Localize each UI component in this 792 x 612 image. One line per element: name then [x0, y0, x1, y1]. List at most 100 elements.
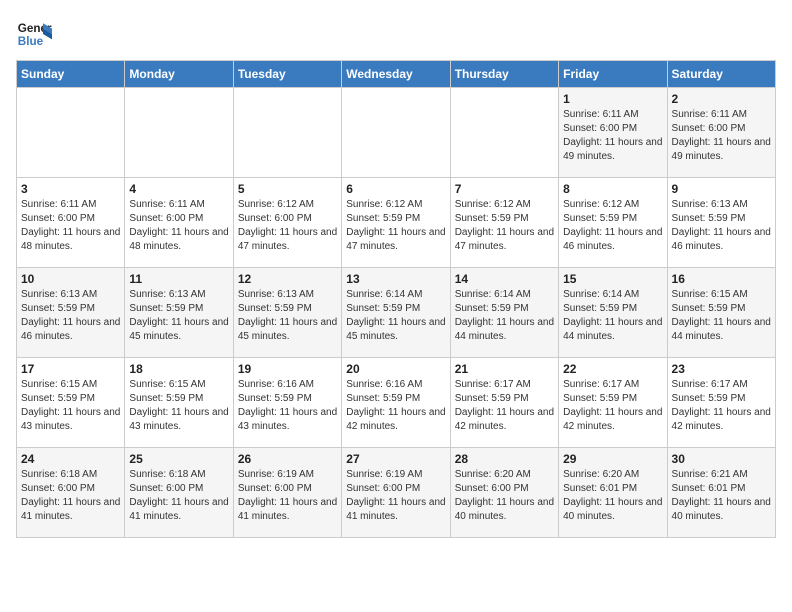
- calendar-day: 13 Sunrise: 6:14 AMSunset: 5:59 PMDayligh…: [342, 268, 450, 358]
- day-number: 1: [563, 92, 662, 106]
- day-info: Sunrise: 6:14 AMSunset: 5:59 PMDaylight:…: [346, 288, 445, 344]
- day-number: 20: [346, 362, 445, 376]
- calendar-day: 3 Sunrise: 6:11 AMSunset: 6:00 PMDaylight…: [17, 178, 125, 268]
- day-number: 21: [455, 362, 554, 376]
- day-info: Sunrise: 6:11 AMSunset: 6:00 PMDaylight:…: [672, 108, 771, 164]
- logo-icon: General Blue: [16, 16, 52, 52]
- day-info: Sunrise: 6:12 AMSunset: 5:59 PMDaylight:…: [455, 198, 554, 254]
- day-number: 3: [21, 182, 120, 196]
- day-info: Sunrise: 6:16 AMSunset: 5:59 PMDaylight:…: [346, 378, 445, 434]
- calendar-table: SundayMondayTuesdayWednesdayThursdayFrid…: [16, 60, 776, 538]
- calendar-week-4: 17 Sunrise: 6:15 AMSunset: 5:59 PMDayligh…: [17, 358, 776, 448]
- day-number: 4: [129, 182, 228, 196]
- day-number: 29: [563, 452, 662, 466]
- day-number: 14: [455, 272, 554, 286]
- calendar-day: 15Sunrise: 6:14 AMSunset: 5:59 PMDayligh…: [559, 268, 667, 358]
- day-info: Sunrise: 6:17 AMSunset: 5:59 PMDaylight:…: [672, 378, 771, 434]
- calendar-day: 22Sunrise: 6:17 AMSunset: 5:59 PMDayligh…: [559, 358, 667, 448]
- day-info: Sunrise: 6:18 AMSunset: 6:00 PMDaylight:…: [21, 468, 120, 524]
- calendar-day: 26 Sunrise: 6:19 AMSunset: 6:00 PMDayligh…: [233, 448, 341, 538]
- calendar-day: 8 Sunrise: 6:12 AMSunset: 5:59 PMDaylight…: [559, 178, 667, 268]
- day-number: 17: [21, 362, 120, 376]
- day-info: Sunrise: 6:12 AMSunset: 5:59 PMDaylight:…: [346, 198, 445, 254]
- day-info: Sunrise: 6:19 AMSunset: 6:00 PMDaylight:…: [346, 468, 445, 524]
- col-header-monday: Monday: [125, 61, 233, 88]
- day-info: Sunrise: 6:13 AMSunset: 5:59 PMDaylight:…: [129, 288, 228, 344]
- calendar-day: [450, 88, 558, 178]
- calendar-day: 5 Sunrise: 6:12 AMSunset: 6:00 PMDaylight…: [233, 178, 341, 268]
- day-number: 12: [238, 272, 337, 286]
- day-info: Sunrise: 6:15 AMSunset: 5:59 PMDaylight:…: [21, 378, 120, 434]
- day-info: Sunrise: 6:15 AMSunset: 5:59 PMDaylight:…: [672, 288, 771, 344]
- calendar-day: 10Sunrise: 6:13 AMSunset: 5:59 PMDayligh…: [17, 268, 125, 358]
- calendar-week-1: 1 Sunrise: 6:11 AMSunset: 6:00 PMDaylight…: [17, 88, 776, 178]
- calendar-day: 16 Sunrise: 6:15 AMSunset: 5:59 PMDayligh…: [667, 268, 775, 358]
- day-number: 25: [129, 452, 228, 466]
- day-info: Sunrise: 6:13 AMSunset: 5:59 PMDaylight:…: [238, 288, 337, 344]
- calendar-day: 24Sunrise: 6:18 AMSunset: 6:00 PMDayligh…: [17, 448, 125, 538]
- calendar-week-5: 24Sunrise: 6:18 AMSunset: 6:00 PMDayligh…: [17, 448, 776, 538]
- calendar-day: 27 Sunrise: 6:19 AMSunset: 6:00 PMDayligh…: [342, 448, 450, 538]
- day-number: 11: [129, 272, 228, 286]
- col-header-sunday: Sunday: [17, 61, 125, 88]
- calendar-day: 30Sunrise: 6:21 AMSunset: 6:01 PMDayligh…: [667, 448, 775, 538]
- day-number: 10: [21, 272, 120, 286]
- day-info: Sunrise: 6:21 AMSunset: 6:01 PMDaylight:…: [672, 468, 771, 524]
- day-number: 6: [346, 182, 445, 196]
- calendar-day: [17, 88, 125, 178]
- calendar-day: 18 Sunrise: 6:15 AMSunset: 5:59 PMDayligh…: [125, 358, 233, 448]
- day-number: 28: [455, 452, 554, 466]
- day-info: Sunrise: 6:11 AMSunset: 6:00 PMDaylight:…: [129, 198, 228, 254]
- col-header-wednesday: Wednesday: [342, 61, 450, 88]
- calendar-day: 23 Sunrise: 6:17 AMSunset: 5:59 PMDayligh…: [667, 358, 775, 448]
- calendar-day: [233, 88, 341, 178]
- day-number: 27: [346, 452, 445, 466]
- day-info: Sunrise: 6:12 AMSunset: 6:00 PMDaylight:…: [238, 198, 337, 254]
- col-header-friday: Friday: [559, 61, 667, 88]
- col-header-saturday: Saturday: [667, 61, 775, 88]
- calendar-day: 1 Sunrise: 6:11 AMSunset: 6:00 PMDaylight…: [559, 88, 667, 178]
- day-number: 18: [129, 362, 228, 376]
- day-info: Sunrise: 6:15 AMSunset: 5:59 PMDaylight:…: [129, 378, 228, 434]
- calendar-day: 19Sunrise: 6:16 AMSunset: 5:59 PMDayligh…: [233, 358, 341, 448]
- day-number: 5: [238, 182, 337, 196]
- day-number: 22: [563, 362, 662, 376]
- day-number: 7: [455, 182, 554, 196]
- day-info: Sunrise: 6:18 AMSunset: 6:00 PMDaylight:…: [129, 468, 228, 524]
- day-number: 15: [563, 272, 662, 286]
- day-number: 2: [672, 92, 771, 106]
- calendar-day: 6 Sunrise: 6:12 AMSunset: 5:59 PMDaylight…: [342, 178, 450, 268]
- calendar-day: [342, 88, 450, 178]
- calendar-day: 29 Sunrise: 6:20 AMSunset: 6:01 PMDayligh…: [559, 448, 667, 538]
- calendar-day: 11 Sunrise: 6:13 AMSunset: 5:59 PMDayligh…: [125, 268, 233, 358]
- calendar-day: 25 Sunrise: 6:18 AMSunset: 6:00 PMDayligh…: [125, 448, 233, 538]
- day-number: 19: [238, 362, 337, 376]
- calendar-day: 21 Sunrise: 6:17 AMSunset: 5:59 PMDayligh…: [450, 358, 558, 448]
- logo: General Blue: [16, 16, 52, 52]
- day-info: Sunrise: 6:11 AMSunset: 6:00 PMDaylight:…: [563, 108, 662, 164]
- day-info: Sunrise: 6:14 AMSunset: 5:59 PMDaylight:…: [455, 288, 554, 344]
- day-number: 8: [563, 182, 662, 196]
- day-number: 16: [672, 272, 771, 286]
- day-info: Sunrise: 6:20 AMSunset: 6:01 PMDaylight:…: [563, 468, 662, 524]
- calendar-day: 9Sunrise: 6:13 AMSunset: 5:59 PMDaylight…: [667, 178, 775, 268]
- day-info: Sunrise: 6:12 AMSunset: 5:59 PMDaylight:…: [563, 198, 662, 254]
- day-number: 9: [672, 182, 771, 196]
- day-number: 13: [346, 272, 445, 286]
- calendar-week-2: 3 Sunrise: 6:11 AMSunset: 6:00 PMDaylight…: [17, 178, 776, 268]
- calendar-day: 4 Sunrise: 6:11 AMSunset: 6:00 PMDaylight…: [125, 178, 233, 268]
- calendar-week-3: 10 Sunrise: 6:13 AMSunset: 5:59 PMDayligh…: [17, 268, 776, 358]
- day-info: Sunrise: 6:20 AMSunset: 6:00 PMDaylight:…: [455, 468, 554, 524]
- calendar-day: 2 Sunrise: 6:11 AMSunset: 6:00 PMDaylight…: [667, 88, 775, 178]
- calendar-day: 7 Sunrise: 6:12 AMSunset: 5:59 PMDaylight…: [450, 178, 558, 268]
- day-number: 26: [238, 452, 337, 466]
- day-info: Sunrise: 6:17 AMSunset: 5:59 PMDaylight:…: [455, 378, 554, 434]
- col-header-tuesday: Tuesday: [233, 61, 341, 88]
- calendar-day: 20 Sunrise: 6:16 AMSunset: 5:59 PMDayligh…: [342, 358, 450, 448]
- calendar-day: 12 Sunrise: 6:13 AMSunset: 5:59 PMDayligh…: [233, 268, 341, 358]
- day-info: Sunrise: 6:11 AMSunset: 6:00 PMDaylight:…: [21, 198, 120, 254]
- col-header-thursday: Thursday: [450, 61, 558, 88]
- day-info: Sunrise: 6:19 AMSunset: 6:00 PMDaylight:…: [238, 468, 337, 524]
- calendar-day: 28 Sunrise: 6:20 AMSunset: 6:00 PMDayligh…: [450, 448, 558, 538]
- day-number: 23: [672, 362, 771, 376]
